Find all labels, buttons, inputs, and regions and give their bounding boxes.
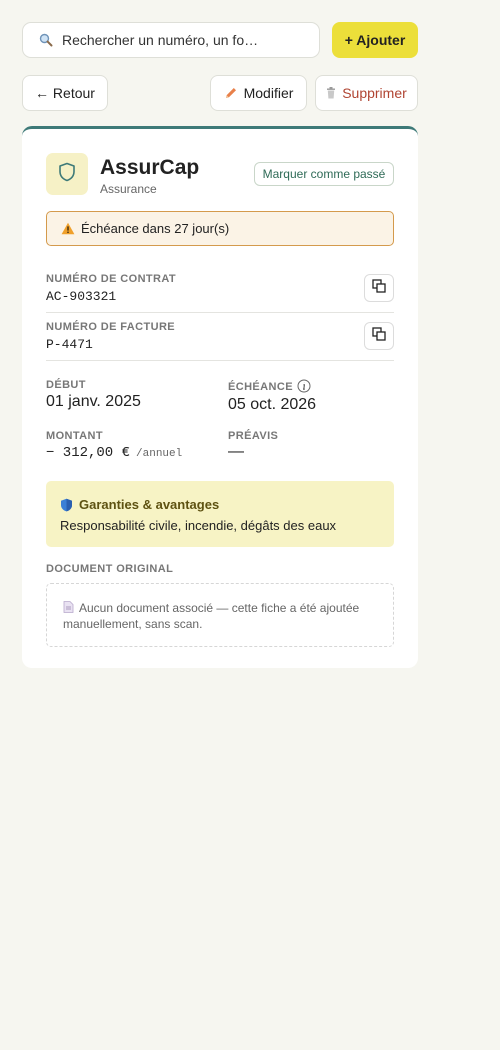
divider [46, 312, 394, 313]
guarantees-title: Garanties & avantages [60, 497, 219, 512]
guarantees-title-text: Garanties & avantages [79, 497, 220, 512]
guarantees-panel: Garanties & avantages Responsabilité civ… [46, 481, 394, 547]
amount-label: MONTANT [46, 430, 103, 442]
contract-number-label: NUMÉRO DE CONTRAT [46, 273, 177, 285]
divider [46, 360, 394, 361]
provider-logo [46, 153, 88, 195]
amount-unit: /annuel [136, 448, 183, 460]
contract-card: AssurCap Assurance Marquer comme passé É… [22, 126, 418, 668]
copy-contract-button[interactable] [364, 274, 394, 302]
guarantees-text: Responsabilité civile, incendie, dégâts … [60, 518, 337, 533]
contract-number-value: AC-903321 [46, 289, 117, 304]
mark-as-past-button[interactable]: Marquer comme passé [254, 162, 394, 186]
delete-label: Supprimer [342, 85, 407, 101]
due-date-value: 05 oct. 2026 [228, 396, 317, 413]
document-empty-box: Aucun document associé — cette fiche a é… [46, 583, 394, 647]
amount-value: − 312,00 € /annuel [46, 445, 182, 461]
provider-name: AssurCap [100, 156, 200, 179]
provider-category: Assurance [100, 182, 157, 196]
add-button[interactable]: + Ajouter [332, 22, 418, 58]
due-alert: Échéance dans 27 jour(s) [46, 211, 394, 246]
warning-icon [61, 222, 75, 235]
invoice-number-label: NUMÉRO DE FACTURE [46, 321, 176, 333]
amount-number: − 312,00 € [46, 445, 131, 461]
search-box[interactable] [22, 22, 320, 58]
edit-button[interactable]: Modifier [210, 75, 307, 111]
copy-invoice-button[interactable] [364, 322, 394, 350]
search-input[interactable] [62, 32, 282, 48]
shield-badge-icon [60, 498, 73, 512]
document-label: DOCUMENT ORIGINAL [46, 563, 174, 575]
search-icon [39, 33, 53, 47]
shield-icon [58, 162, 76, 187]
document-icon [63, 601, 74, 617]
document-empty-text: Aucun document associé — cette fiche a é… [63, 601, 360, 631]
start-date-label: DÉBUT [46, 379, 86, 391]
trash-icon [326, 87, 336, 99]
notice-value: — [228, 443, 244, 460]
top-bar: + Ajouter [22, 22, 418, 60]
delete-button[interactable]: Supprimer [315, 75, 418, 111]
copy-icon [372, 278, 386, 298]
due-date-label: ÉCHÉANCE [228, 379, 311, 394]
invoice-number-value: P-4471 [46, 337, 93, 352]
alert-text: Échéance dans 27 jour(s) [81, 221, 230, 236]
start-date-value: 01 janv. 2025 [46, 393, 141, 410]
due-date-label-text: ÉCHÉANCE [228, 380, 293, 393]
info-icon[interactable] [297, 379, 311, 393]
copy-icon [372, 326, 386, 346]
notice-label: PRÉAVIS [228, 430, 279, 442]
back-button[interactable]: ← Retour [22, 75, 108, 111]
edit-label: Modifier [243, 85, 294, 101]
pencil-icon [224, 86, 238, 100]
